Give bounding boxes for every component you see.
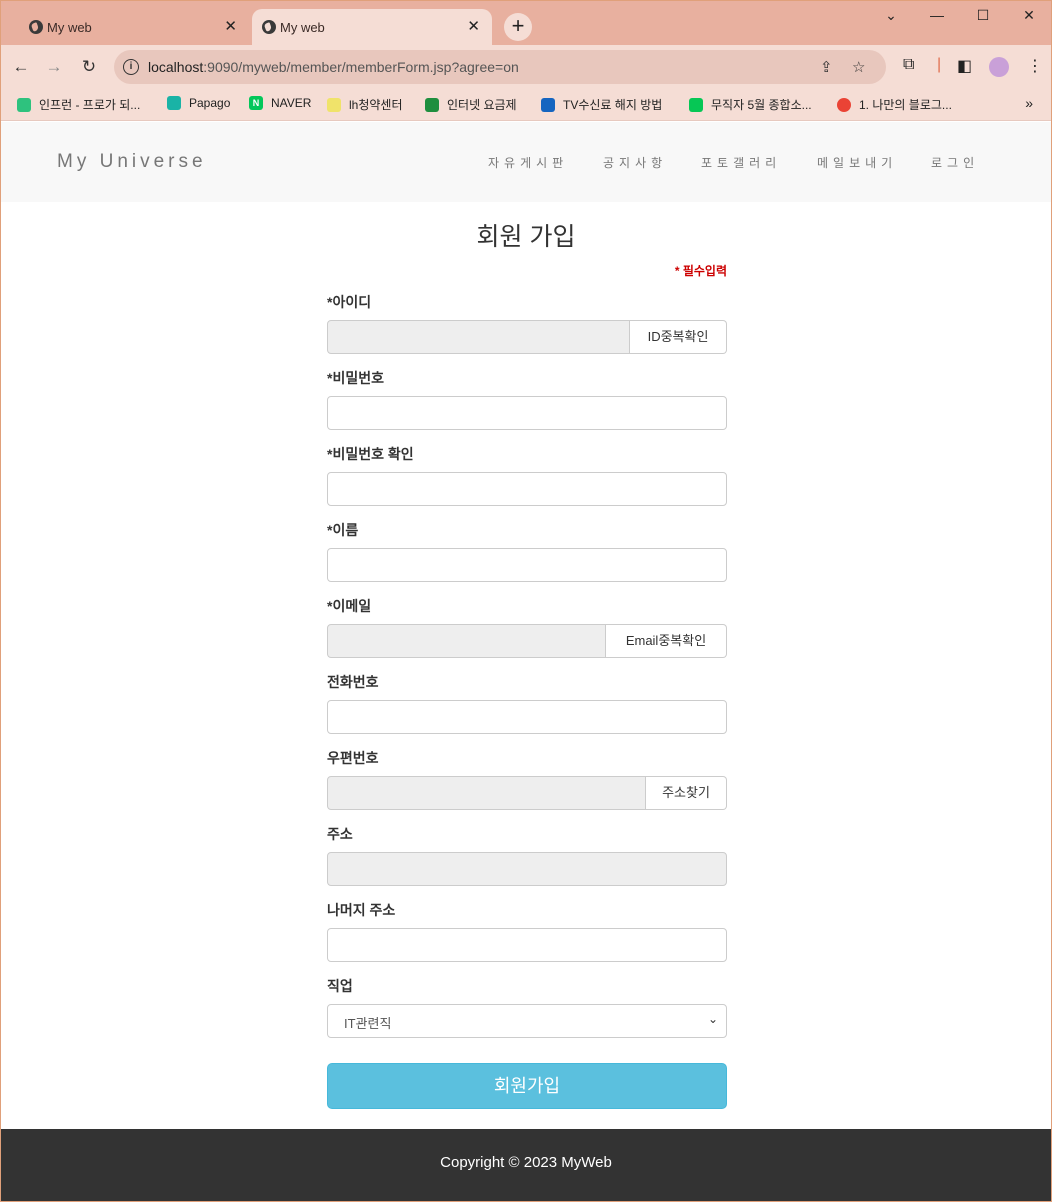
new-tab-button[interactable]: + (504, 13, 532, 41)
browser-tab[interactable]: My web ✕ (19, 9, 249, 45)
globe-icon (262, 20, 276, 34)
side-panel-icon[interactable]: ◧ (957, 56, 972, 76)
bookmark-item[interactable]: 인프런 - 프로가 되... (17, 96, 140, 113)
tab-search-icon[interactable]: ⌄ (879, 7, 903, 24)
site-navbar: My Universe 자유게시판 공지사항 포토갤러리 메일보내기 로그인 (1, 122, 1051, 202)
job-select[interactable]: IT관련직 ⌄ (327, 1004, 727, 1038)
email-label: *이메일 (327, 598, 372, 614)
name-label: *이름 (327, 522, 359, 538)
address-bar[interactable]: i localhost:9090/myweb/member/memberForm… (114, 50, 886, 84)
email-input[interactable] (327, 624, 606, 658)
password-confirm-input[interactable] (327, 472, 727, 506)
address-detail-input[interactable] (327, 928, 727, 962)
forward-icon[interactable]: → (44, 57, 64, 77)
name-input[interactable] (327, 548, 727, 582)
papago-icon (167, 96, 181, 110)
zipcode-input[interactable] (327, 776, 646, 810)
find-address-button[interactable]: 주소찾기 (646, 776, 727, 810)
password-label: *비밀번호 (327, 370, 384, 386)
address-detail-label: 나머지 주소 (327, 902, 396, 918)
tistory-icon (837, 97, 851, 112)
bookmark-item[interactable]: TV수신료 해지 방법 (541, 96, 662, 113)
naver-icon: N (249, 96, 263, 110)
job-label: 직업 (327, 978, 353, 994)
nav-photo-gallery[interactable]: 포토갤러리 (701, 154, 781, 171)
bookmark-star-icon[interactable]: ☆ (852, 58, 865, 76)
close-icon[interactable]: ✕ (224, 17, 237, 35)
maximize-icon[interactable]: ☐ (971, 7, 995, 24)
signup-submit-button[interactable]: 회원가입 (327, 1063, 727, 1109)
share-icon[interactable]: ⇪ (820, 58, 833, 76)
back-icon[interactable]: ← (11, 57, 31, 77)
bookmark-item[interactable]: lh청약센터 (327, 96, 403, 113)
kbs-icon (541, 97, 555, 112)
bookmarks-overflow-icon[interactable]: » (1025, 95, 1033, 111)
nav-free-board[interactable]: 자유게시판 (488, 154, 568, 171)
profile-avatar[interactable] (989, 57, 1009, 77)
nav-login[interactable]: 로그인 (931, 154, 979, 171)
chevron-down-icon: ⌄ (707, 1012, 718, 1026)
bookmark-item[interactable]: 인터넷 요금제 (425, 96, 517, 113)
bookmarks-bar: 인프런 - 프로가 되... Papago N NAVER lh청약센터 인터넷… (1, 89, 1051, 121)
inflearn-icon (17, 97, 31, 112)
globe-icon (29, 20, 43, 34)
bookmark-item[interactable]: Papago (167, 96, 230, 110)
phone-label: 전화번호 (327, 674, 379, 690)
browser-tab-bar: My web ✕ My web ✕ + ⌄ — ☐ ✕ (1, 1, 1051, 45)
window-close-icon[interactable]: ✕ (1017, 7, 1041, 24)
page-title: 회원 가입 (476, 223, 576, 251)
tab-title: My web (280, 19, 325, 35)
site-brand[interactable]: My Universe (57, 151, 207, 173)
reload-icon[interactable]: ↻ (79, 57, 99, 77)
password-confirm-label: *비밀번호 확인 (327, 446, 414, 462)
bookmark-item[interactable]: 무직자 5월 종합소... (689, 96, 812, 113)
address-input[interactable] (327, 852, 727, 886)
more-menu-icon[interactable]: ⋮ (1027, 56, 1043, 76)
nav-send-mail[interactable]: 메일보내기 (817, 154, 897, 171)
id-input[interactable] (327, 320, 630, 354)
required-note: * 필수입력 (674, 264, 727, 278)
line-icon (689, 97, 703, 112)
extensions-icon[interactable]: ⧉ (903, 56, 914, 74)
nav-notice[interactable]: 공지사항 (603, 154, 667, 171)
job-selected-value: IT관련직 (344, 1016, 392, 1031)
close-icon[interactable]: ✕ (467, 17, 480, 35)
address-label: 주소 (327, 826, 353, 842)
password-input[interactable] (327, 396, 727, 430)
browser-toolbar: ← → ↻ i localhost:9090/myweb/member/memb… (1, 45, 1051, 89)
lh-icon (327, 97, 341, 112)
url-text: localhost:9090/myweb/member/memberForm.j… (148, 59, 519, 75)
zipcode-label: 우편번호 (327, 750, 379, 766)
bookmark-item[interactable]: N NAVER (249, 96, 311, 110)
site-info-icon[interactable]: i (123, 59, 139, 75)
email-check-button[interactable]: Email중복확인 (606, 624, 727, 658)
site-footer: Copyright © 2023 MyWeb (1, 1129, 1051, 1201)
tab-title: My web (47, 19, 92, 35)
minimize-icon[interactable]: — (925, 7, 949, 23)
toolbar-divider: | (937, 56, 942, 73)
phone-input[interactable] (327, 700, 727, 734)
id-check-button[interactable]: ID중복확인 (630, 320, 727, 354)
id-label: *아이디 (327, 294, 372, 310)
bookmark-item[interactable]: 1. 나만의 블로그... (837, 96, 952, 113)
footer-copyright: Copyright © 2023 MyWeb (440, 1154, 612, 1171)
browser-tab-active[interactable]: My web ✕ (252, 9, 492, 45)
graduation-icon (425, 97, 439, 112)
